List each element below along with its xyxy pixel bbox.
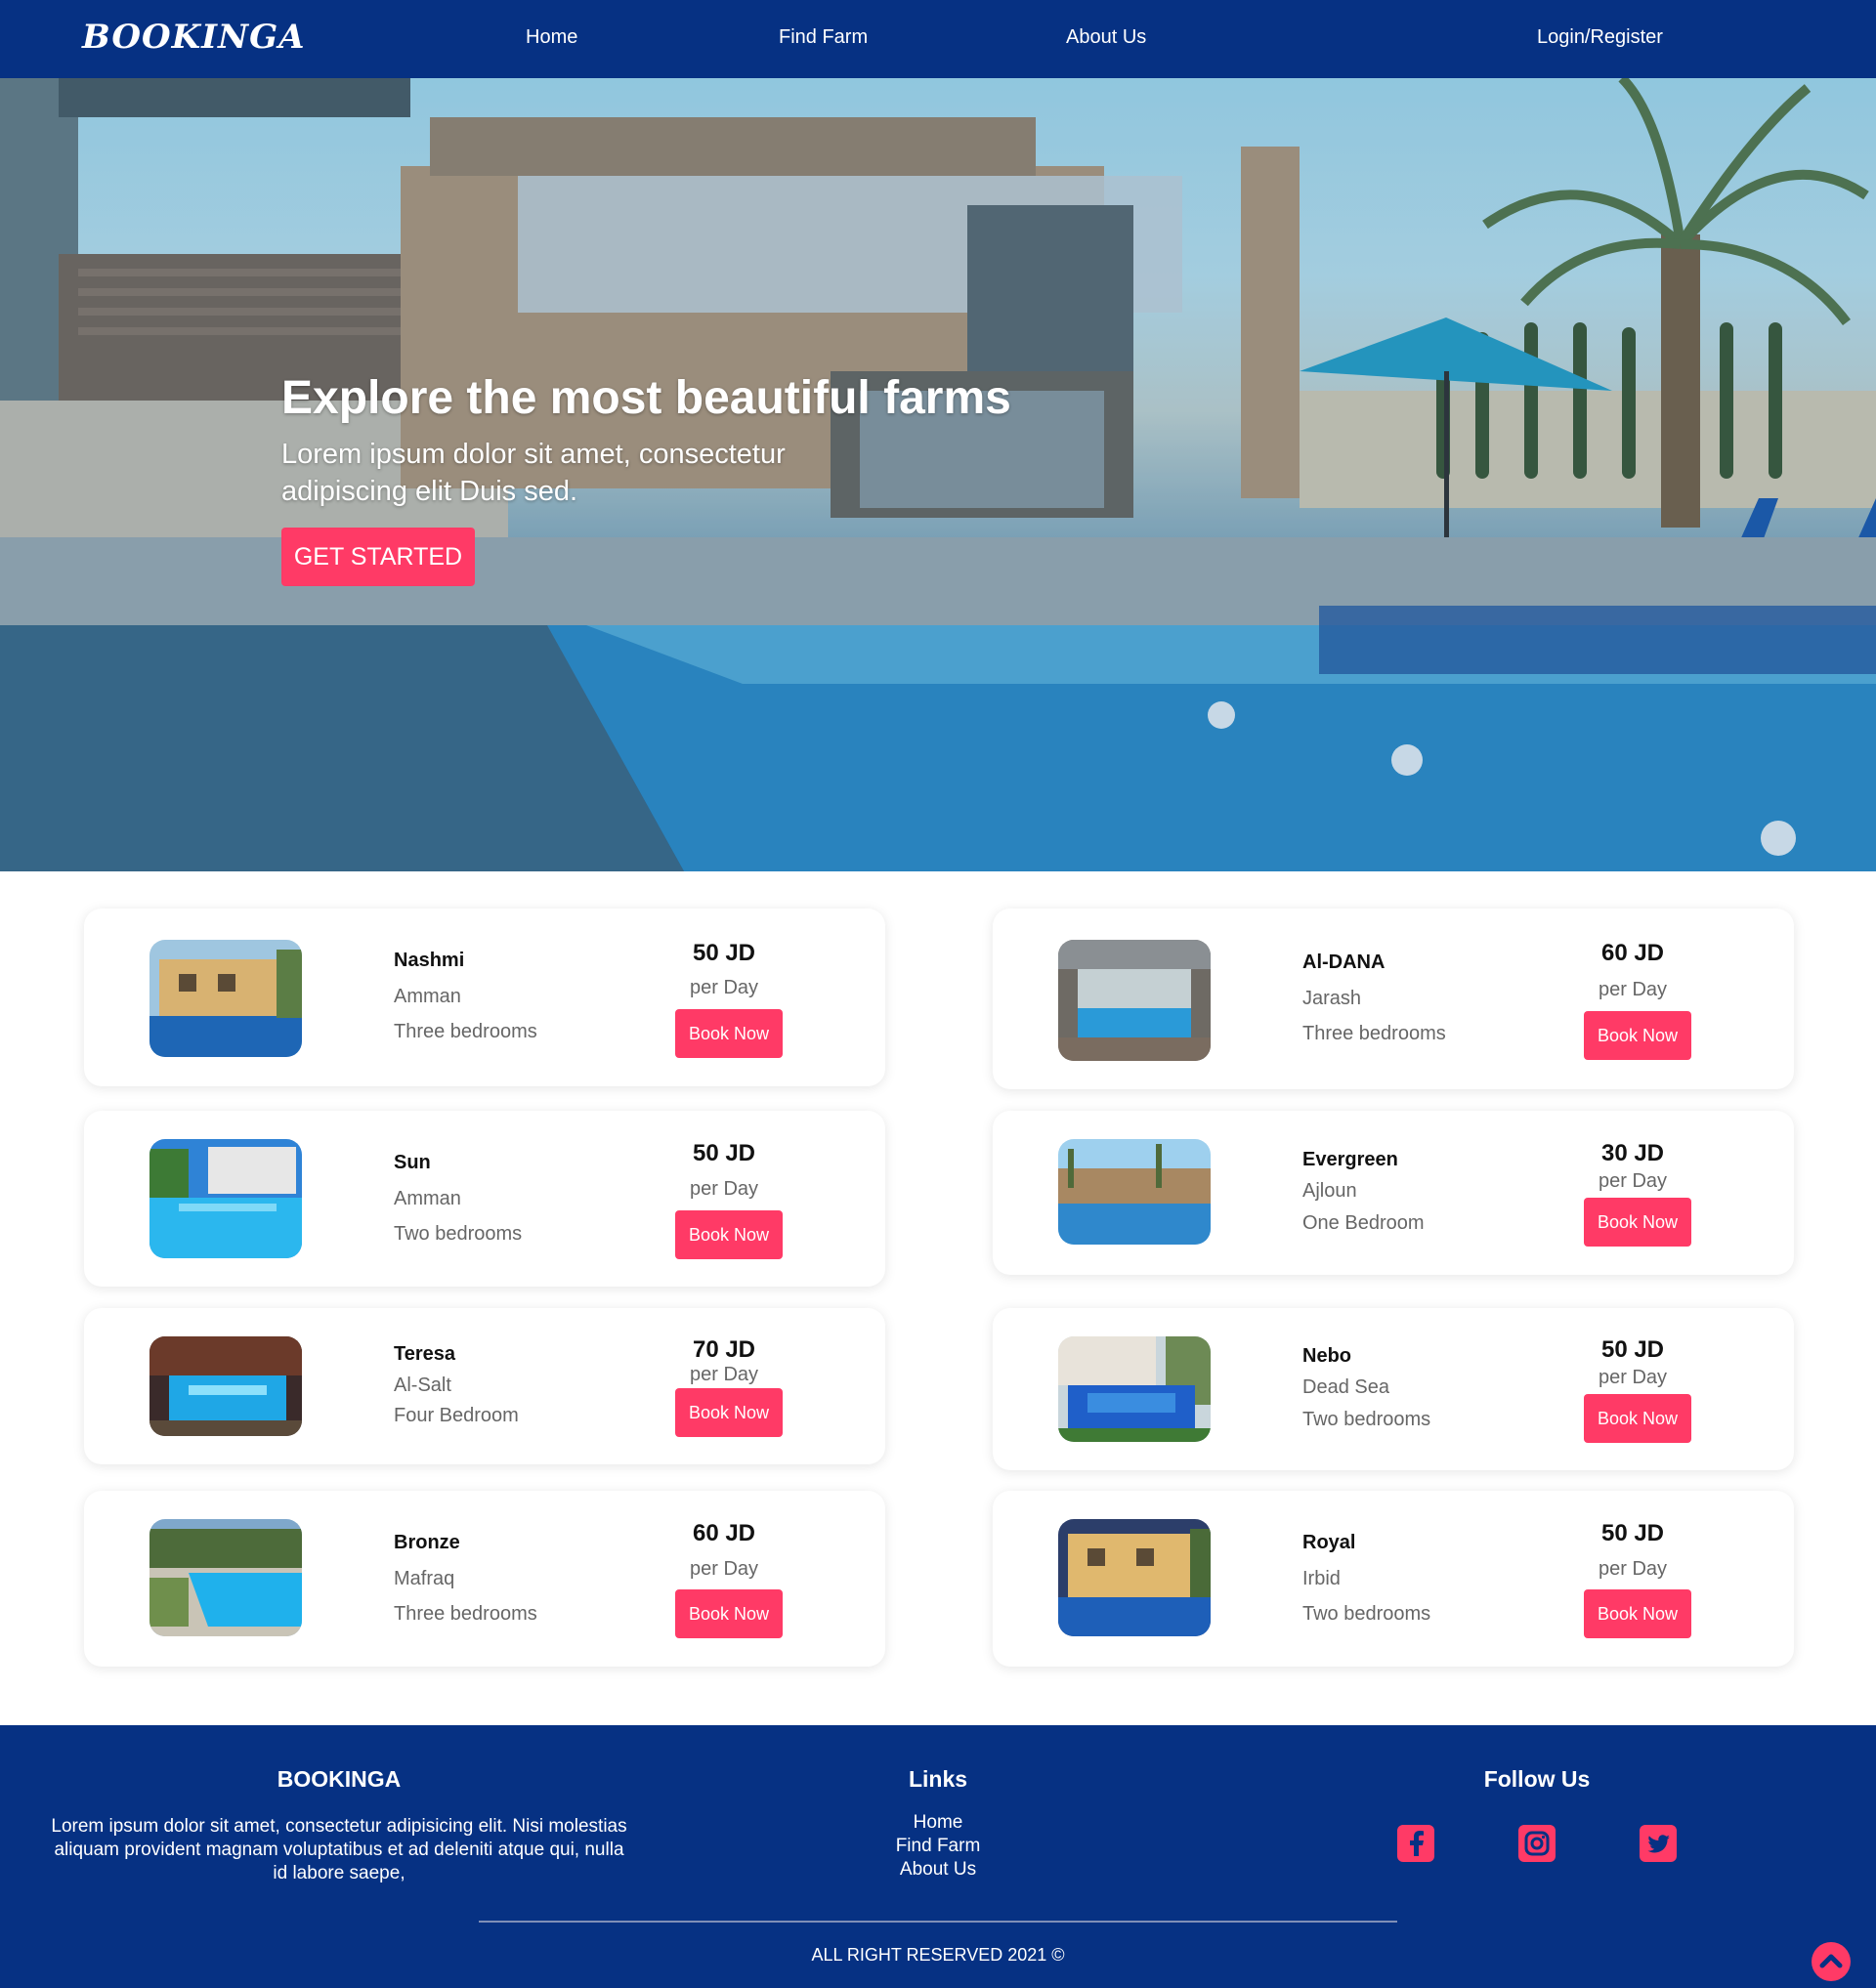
farm-location: Irbid <box>1302 1568 1341 1589</box>
farm-price: 50 JD <box>1600 1336 1665 1363</box>
copyright-text: ALL RIGHT RESERVED 2021 © <box>811 1945 1065 1965</box>
footer-links-heading: Links <box>908 1766 968 1792</box>
price-unit: per Day <box>689 1364 759 1385</box>
book-now-button[interactable]: Book Now <box>675 1210 783 1259</box>
book-now-button[interactable]: Book Now <box>675 1388 783 1437</box>
listing-card-teresa: Teresa Al-Salt Four Bedroom 70 JD per Da… <box>84 1308 885 1464</box>
price-unit: per Day <box>689 977 759 998</box>
farm-name: Teresa <box>394 1343 456 1365</box>
listing-card-al-dana: Al-DANA Jarash Three bedrooms 60 JD per … <box>993 909 1794 1089</box>
nav-link-about-us[interactable]: About Us <box>1066 26 1146 49</box>
farm-name: Bronze <box>394 1532 460 1553</box>
farm-photo <box>149 1519 302 1636</box>
twitter-icon[interactable] <box>1640 1825 1677 1862</box>
farm-location: Amman <box>394 1188 461 1209</box>
price-unit: per Day <box>1598 1170 1668 1192</box>
back-to-top-button[interactable] <box>1812 1942 1851 1981</box>
listing-card-royal: Royal Irbid Two bedrooms 50 JD per Day B… <box>993 1491 1794 1667</box>
login-register-link[interactable]: Login/Register <box>1537 26 1663 49</box>
price-unit: per Day <box>689 1178 759 1200</box>
book-now-button[interactable]: Book Now <box>1584 1394 1691 1443</box>
footer-link-find-farm[interactable]: Find Farm <box>840 1836 1036 1857</box>
chevron-up-icon <box>1819 1954 1843 1968</box>
site-footer: BOOKINGA Lorem ipsum dolor sit amet, con… <box>0 1725 1876 1988</box>
book-now-button[interactable]: Book Now <box>1584 1589 1691 1638</box>
facebook-icon[interactable] <box>1397 1825 1434 1862</box>
farm-bedrooms: Three bedrooms <box>1302 1023 1446 1044</box>
price-unit: per Day <box>1598 1367 1668 1388</box>
farm-price: 50 JD <box>1600 1520 1665 1546</box>
farm-photo <box>1058 1139 1211 1245</box>
footer-description: Lorem ipsum dolor sit amet, consectetur … <box>51 1816 627 1883</box>
farm-bedrooms: One Bedroom <box>1302 1212 1425 1234</box>
brand-logo[interactable]: BOOKINGA <box>82 18 306 57</box>
farm-price: 50 JD <box>692 940 756 966</box>
price-unit: per Day <box>1598 1558 1668 1580</box>
farm-location: Amman <box>394 986 461 1007</box>
listing-card-bronze: Bronze Mafraq Three bedrooms 60 JD per D… <box>84 1491 885 1667</box>
listing-card-nashmi: Nashmi Amman Three bedrooms 50 JD per Da… <box>84 909 885 1086</box>
farm-photo <box>1058 940 1211 1061</box>
farm-bedrooms: Four Bedroom <box>394 1405 519 1426</box>
top-navbar: BOOKINGA Home Find Farm About Us Login/R… <box>0 0 1876 78</box>
instagram-icon[interactable] <box>1518 1825 1556 1862</box>
listing-card-sun: Sun Amman Two bedrooms 50 JD per Day Boo… <box>84 1111 885 1287</box>
book-now-button[interactable]: Book Now <box>1584 1011 1691 1060</box>
farm-bedrooms: Two bedrooms <box>394 1223 523 1245</box>
farm-name: Al-DANA <box>1302 952 1386 973</box>
nav-link-find-farm[interactable]: Find Farm <box>779 26 868 49</box>
farm-name: Royal <box>1302 1532 1356 1553</box>
book-now-button[interactable]: Book Now <box>675 1589 783 1638</box>
farm-name: Nebo <box>1302 1345 1351 1367</box>
farm-name: Evergreen <box>1302 1149 1398 1170</box>
farm-photo <box>1058 1336 1211 1442</box>
price-unit: per Day <box>689 1558 759 1580</box>
farm-price: 60 JD <box>1600 940 1665 966</box>
nav-link-home[interactable]: Home <box>526 26 577 49</box>
farm-location: Mafraq <box>394 1568 455 1589</box>
farm-photo <box>149 940 302 1057</box>
farm-price: 60 JD <box>692 1520 756 1546</box>
farm-price: 30 JD <box>1600 1140 1665 1166</box>
footer-link-about-us[interactable]: About Us <box>840 1859 1036 1881</box>
farm-photo <box>1058 1519 1211 1636</box>
footer-brand: BOOKINGA <box>277 1766 402 1792</box>
farm-bedrooms: Three bedrooms <box>394 1603 537 1625</box>
farm-location: Dead Sea <box>1302 1376 1389 1398</box>
farm-photo <box>149 1139 302 1258</box>
farm-location: Al-Salt <box>394 1375 451 1396</box>
listing-card-evergreen: Evergreen Ajloun One Bedroom 30 JD per D… <box>993 1111 1794 1275</box>
farm-bedrooms: Two bedrooms <box>1302 1409 1431 1430</box>
farm-price: 50 JD <box>692 1140 756 1166</box>
book-now-button[interactable]: Book Now <box>675 1009 783 1058</box>
listing-card-nebo: Nebo Dead Sea Two bedrooms 50 JD per Day… <box>993 1308 1794 1470</box>
farm-price: 70 JD <box>692 1336 756 1363</box>
footer-follow-heading: Follow Us <box>1483 1766 1591 1792</box>
farm-bedrooms: Three bedrooms <box>394 1021 537 1042</box>
footer-link-home[interactable]: Home <box>840 1812 1036 1834</box>
farm-location: Ajloun <box>1302 1180 1357 1202</box>
book-now-button[interactable]: Book Now <box>1584 1198 1691 1247</box>
farm-location: Jarash <box>1302 988 1362 1009</box>
hero-banner: Explore the most beautiful farms Lorem i… <box>0 78 1876 871</box>
farm-photo <box>149 1336 302 1436</box>
hero-title: Explore the most beautiful farms <box>281 372 1011 424</box>
farm-name: Nashmi <box>394 950 465 971</box>
hero-subtitle: Lorem ipsum dolor sit amet, consectetur … <box>281 439 786 507</box>
price-unit: per Day <box>1598 979 1668 1000</box>
farm-name: Sun <box>394 1152 431 1173</box>
footer-divider <box>479 1921 1397 1923</box>
farm-bedrooms: Two bedrooms <box>1302 1603 1431 1625</box>
get-started-button[interactable]: GET STARTED <box>281 528 475 586</box>
